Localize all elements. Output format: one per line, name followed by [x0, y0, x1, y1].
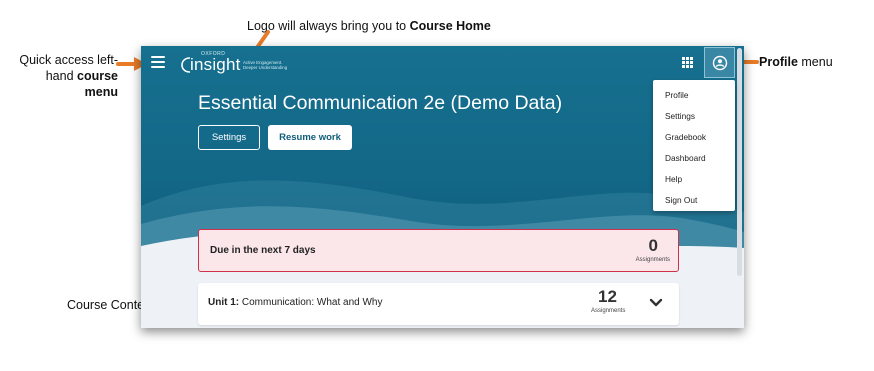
menu-annotation-bold: course menu: [77, 69, 118, 99]
logo-annotation: Logo will always bring you to Course Hom…: [247, 18, 491, 34]
unit-name: Communication: What and Why: [239, 297, 383, 308]
menu-item-gradebook[interactable]: Gradebook: [653, 127, 735, 148]
top-navigation-bar: OXFORD insight Active Engagement. Deeper…: [141, 46, 744, 80]
chevron-down-icon[interactable]: [649, 298, 663, 308]
unit-row[interactable]: Unit 1: Communication: What and Why 12 A…: [198, 283, 679, 325]
app-screenshot: OXFORD insight Active Engagement. Deeper…: [141, 46, 744, 328]
unit-prefix: Unit 1:: [208, 297, 240, 308]
hamburger-icon[interactable]: [151, 56, 165, 68]
apps-grid-icon[interactable]: [682, 57, 693, 68]
page-scrollbar[interactable]: [737, 48, 742, 276]
logo-annotation-bold: Course Home: [409, 19, 491, 33]
menu-item-dashboard[interactable]: Dashboard: [653, 148, 735, 169]
due-soon-count: 0: [648, 236, 658, 255]
profile-annotation-bold: Profile: [759, 55, 798, 69]
menu-annotation-line1: Quick access left-: [19, 53, 118, 67]
menu-annotation-line2: hand: [45, 69, 77, 83]
insight-logo[interactable]: OXFORD insight Active Engagement. Deeper…: [181, 51, 301, 77]
due-soon-card[interactable]: Due in the next 7 days 0 Assignments: [198, 229, 679, 272]
due-soon-count-unit: Assignments: [635, 257, 670, 263]
menu-annotation: Quick access left- hand course menu: [16, 52, 118, 100]
logo-tagline: Active Engagement. Deeper Understanding: [243, 60, 287, 70]
course-title: Essential Communication 2e (Demo Data): [198, 92, 563, 114]
unit-assignment-unit: Assignments: [591, 308, 626, 314]
unit-title: Unit 1: Communication: What and Why: [208, 297, 383, 308]
profile-menu-button[interactable]: [704, 47, 735, 78]
unit-assignment-count: 12: [598, 287, 617, 306]
due-soon-label: Due in the next 7 days: [210, 245, 316, 256]
profile-dropdown-menu: Profile Settings Gradebook Dashboard Hel…: [653, 80, 735, 211]
menu-item-profile[interactable]: Profile: [653, 85, 735, 106]
user-circle-icon: [712, 55, 728, 71]
logo-tagline-line2: Deeper Understanding: [243, 65, 288, 70]
menu-item-settings[interactable]: Settings: [653, 106, 735, 127]
logo-wordmark: insight: [190, 55, 241, 74]
profile-annotation-text: menu: [797, 55, 833, 69]
settings-button[interactable]: Settings: [198, 125, 260, 150]
menu-item-sign-out[interactable]: Sign Out: [653, 190, 735, 211]
resume-work-button[interactable]: Resume work: [268, 125, 352, 150]
profile-annotation: Profile menu: [759, 54, 833, 70]
menu-item-help[interactable]: Help: [653, 169, 735, 190]
